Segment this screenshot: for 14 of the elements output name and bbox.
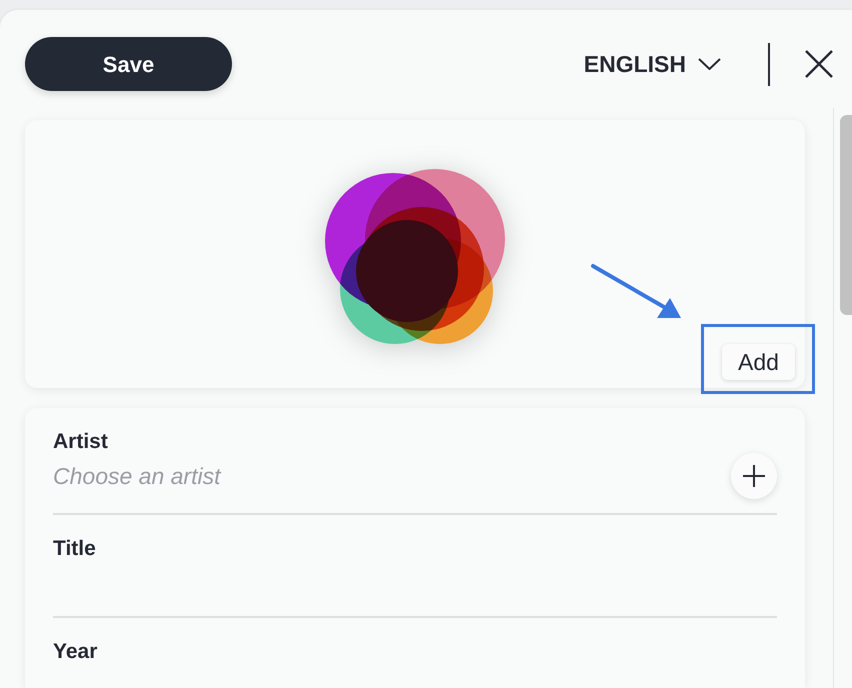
field-label: Title xyxy=(53,537,97,561)
add-artist-button[interactable] xyxy=(731,453,777,499)
language-dropdown[interactable]: ENGLISH xyxy=(584,46,721,82)
save-button[interactable]: Save xyxy=(25,37,232,91)
add-button[interactable]: Add xyxy=(722,344,795,380)
close-icon xyxy=(805,50,833,78)
scrollbar-thumb[interactable] xyxy=(840,115,852,315)
scrollbar-track[interactable] xyxy=(833,108,852,688)
field-label: Artist xyxy=(53,430,109,454)
plus-icon xyxy=(743,465,765,487)
close-button[interactable] xyxy=(805,50,833,78)
field-label: Year xyxy=(53,640,98,664)
chevron-down-icon xyxy=(698,58,721,70)
artist-input[interactable]: Choose an artist xyxy=(53,454,731,498)
